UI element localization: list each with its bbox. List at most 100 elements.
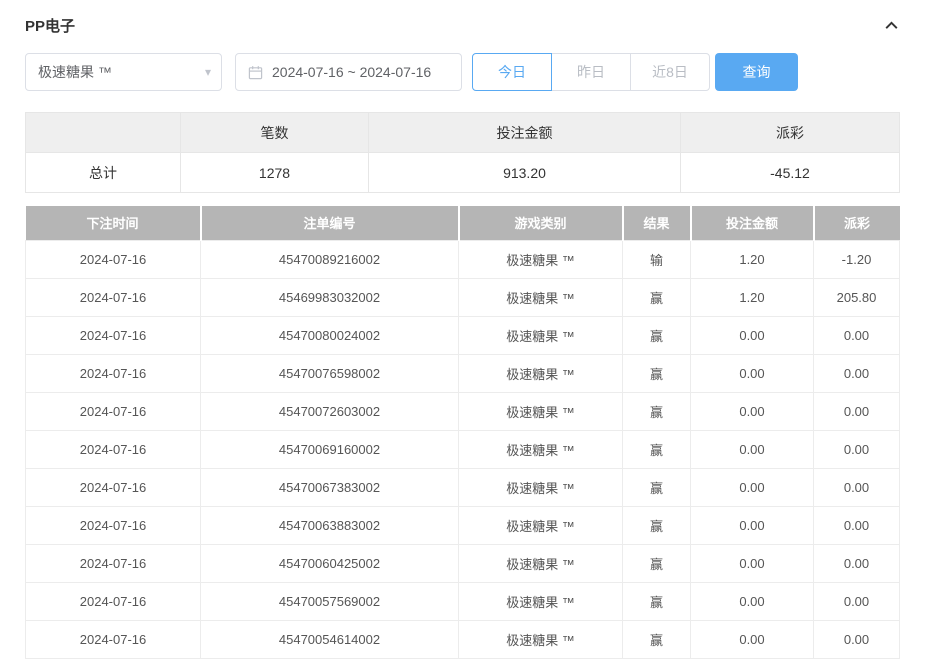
summary-total-row: 总计 1278 913.20 -45.12 xyxy=(26,153,900,193)
table-row: 2024-07-1645470057569002极速糖果 ™赢0.000.00 xyxy=(26,582,900,620)
summary-payout-value: -45.12 xyxy=(681,153,900,193)
pp-dianzi-panel: PP电子 极速糖果 ™ ▾ 2024-07-16 ~ 2024-07-16 xyxy=(0,0,925,659)
page-title: PP电子 xyxy=(25,15,75,36)
cell-result: 赢 xyxy=(623,278,691,316)
cell-game_type: 极速糖果 ™ xyxy=(459,278,623,316)
cell-bet_id: 45470069160002 xyxy=(201,430,459,468)
panel-header: PP电子 xyxy=(25,12,900,38)
cell-bet_id: 45470054614002 xyxy=(201,620,459,658)
bet-header-cell: 注单编号 xyxy=(201,206,459,240)
bet-table: 下注时间注单编号游戏类别结果投注金额派彩 2024-07-16454700892… xyxy=(25,206,900,659)
cell-bet_time: 2024-07-16 xyxy=(26,278,201,316)
cell-result: 赢 xyxy=(623,582,691,620)
cell-game_type: 极速糖果 ™ xyxy=(459,354,623,392)
cell-payout: 205.80 xyxy=(814,278,900,316)
cell-game_type: 极速糖果 ™ xyxy=(459,316,623,354)
cell-bet_id: 45470072603002 xyxy=(201,392,459,430)
cell-bet_time: 2024-07-16 xyxy=(26,582,201,620)
cell-bet_amount: 0.00 xyxy=(691,582,814,620)
bet-header-cell: 投注金额 xyxy=(691,206,814,240)
bet-header-cell: 结果 xyxy=(623,206,691,240)
cell-game_type: 极速糖果 ™ xyxy=(459,430,623,468)
cell-payout: 0.00 xyxy=(814,316,900,354)
cell-bet_id: 45470057569002 xyxy=(201,582,459,620)
cell-bet_time: 2024-07-16 xyxy=(26,240,201,278)
cell-game_type: 极速糖果 ™ xyxy=(459,544,623,582)
cell-result: 输 xyxy=(623,240,691,278)
game-select-value: 极速糖果 ™ xyxy=(38,62,112,82)
cell-payout: 0.00 xyxy=(814,468,900,506)
cell-bet_id: 45470063883002 xyxy=(201,506,459,544)
summary-header-cell: 投注金额 xyxy=(369,113,681,153)
summary-header-cell: 派彩 xyxy=(681,113,900,153)
quick-date-button-group: 今日 昨日 近8日 xyxy=(472,53,710,91)
table-row: 2024-07-1645470054614002极速糖果 ™赢0.000.00 xyxy=(26,620,900,658)
cell-bet_amount: 0.00 xyxy=(691,620,814,658)
quick-btn-yesterday[interactable]: 昨日 xyxy=(551,53,631,91)
cell-result: 赢 xyxy=(623,620,691,658)
cell-bet_amount: 0.00 xyxy=(691,316,814,354)
cell-bet_id: 45470089216002 xyxy=(201,240,459,278)
summary-header-cell: 笔数 xyxy=(181,113,369,153)
table-row: 2024-07-1645470076598002极速糖果 ™赢0.000.00 xyxy=(26,354,900,392)
table-row: 2024-07-1645470080024002极速糖果 ™赢0.000.00 xyxy=(26,316,900,354)
table-row: 2024-07-1645470072603002极速糖果 ™赢0.000.00 xyxy=(26,392,900,430)
cell-bet_id: 45470067383002 xyxy=(201,468,459,506)
cell-bet_amount: 0.00 xyxy=(691,544,814,582)
cell-payout: 0.00 xyxy=(814,392,900,430)
cell-game_type: 极速糖果 ™ xyxy=(459,506,623,544)
table-row: 2024-07-1645470060425002极速糖果 ™赢0.000.00 xyxy=(26,544,900,582)
table-row: 2024-07-1645470063883002极速糖果 ™赢0.000.00 xyxy=(26,506,900,544)
filter-bar: 极速糖果 ™ ▾ 2024-07-16 ~ 2024-07-16 今日 昨日 近… xyxy=(25,53,900,91)
cell-bet_amount: 0.00 xyxy=(691,468,814,506)
cell-result: 赢 xyxy=(623,392,691,430)
cell-payout: 0.00 xyxy=(814,544,900,582)
cell-bet_id: 45470076598002 xyxy=(201,354,459,392)
cell-result: 赢 xyxy=(623,316,691,354)
game-select[interactable]: 极速糖果 ™ ▾ xyxy=(25,53,222,91)
cell-payout: 0.00 xyxy=(814,354,900,392)
cell-result: 赢 xyxy=(623,354,691,392)
cell-bet_time: 2024-07-16 xyxy=(26,620,201,658)
bet-table-header-row: 下注时间注单编号游戏类别结果投注金额派彩 xyxy=(26,206,900,240)
summary-table: 笔数投注金额派彩 总计 1278 913.20 -45.12 xyxy=(25,112,900,193)
cell-result: 赢 xyxy=(623,468,691,506)
cell-result: 赢 xyxy=(623,544,691,582)
cell-bet_amount: 1.20 xyxy=(691,240,814,278)
cell-bet_time: 2024-07-16 xyxy=(26,468,201,506)
summary-header-row: 笔数投注金额派彩 xyxy=(26,113,900,153)
cell-bet_time: 2024-07-16 xyxy=(26,392,201,430)
bet-header-cell: 派彩 xyxy=(814,206,900,240)
bet-table-body: 2024-07-1645470089216002极速糖果 ™输1.20-1.20… xyxy=(26,240,900,658)
cell-payout: -1.20 xyxy=(814,240,900,278)
collapse-chevron-up-icon[interactable] xyxy=(883,17,900,34)
cell-game_type: 极速糖果 ™ xyxy=(459,240,623,278)
cell-bet_amount: 0.00 xyxy=(691,506,814,544)
summary-count-value: 1278 xyxy=(181,153,369,193)
cell-payout: 0.00 xyxy=(814,506,900,544)
table-row: 2024-07-1645470089216002极速糖果 ™输1.20-1.20 xyxy=(26,240,900,278)
quick-btn-today[interactable]: 今日 xyxy=(472,53,552,91)
cell-game_type: 极速糖果 ™ xyxy=(459,620,623,658)
cell-bet_amount: 1.20 xyxy=(691,278,814,316)
cell-game_type: 极速糖果 ™ xyxy=(459,468,623,506)
search-button[interactable]: 查询 xyxy=(715,53,798,91)
quick-btn-last8days[interactable]: 近8日 xyxy=(630,53,710,91)
cell-bet_amount: 0.00 xyxy=(691,354,814,392)
calendar-icon xyxy=(248,65,263,80)
cell-bet_time: 2024-07-16 xyxy=(26,506,201,544)
cell-payout: 0.00 xyxy=(814,582,900,620)
cell-bet_id: 45470080024002 xyxy=(201,316,459,354)
cell-payout: 0.00 xyxy=(814,430,900,468)
bet-header-cell: 游戏类别 xyxy=(459,206,623,240)
table-row: 2024-07-1645470069160002极速糖果 ™赢0.000.00 xyxy=(26,430,900,468)
date-range-input[interactable]: 2024-07-16 ~ 2024-07-16 xyxy=(235,53,462,91)
summary-bet-amount-value: 913.20 xyxy=(369,153,681,193)
summary-header-cell xyxy=(26,113,181,153)
cell-bet_id: 45470060425002 xyxy=(201,544,459,582)
cell-payout: 0.00 xyxy=(814,620,900,658)
cell-bet_id: 45469983032002 xyxy=(201,278,459,316)
date-range-value: 2024-07-16 ~ 2024-07-16 xyxy=(272,64,431,80)
cell-game_type: 极速糖果 ™ xyxy=(459,582,623,620)
cell-bet_amount: 0.00 xyxy=(691,430,814,468)
